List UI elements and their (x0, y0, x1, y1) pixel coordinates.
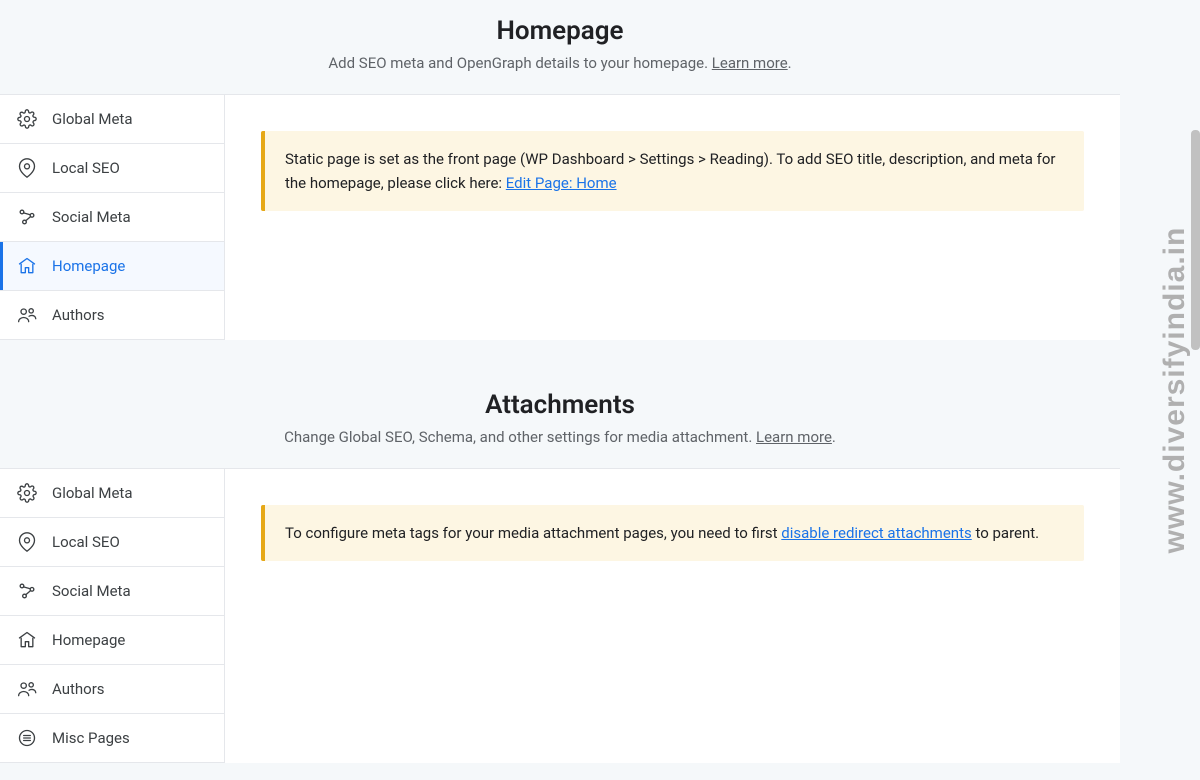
home-icon (16, 629, 38, 651)
notice-box: Static page is set as the front page (WP… (261, 131, 1084, 211)
content-area: To configure meta tags for your media at… (225, 469, 1120, 763)
users-icon (16, 304, 38, 326)
sidebar-item-label: Global Meta (52, 484, 133, 502)
notice-text: To configure meta tags for your media at… (285, 524, 781, 542)
section-body-homepage: Global Meta Local SEO Social Meta Homepage A… (0, 94, 1120, 340)
sidebar-item-label: Homepage (52, 631, 125, 649)
sidebar-item-label: Authors (52, 680, 105, 698)
content-area: Static page is set as the front page (WP… (225, 95, 1120, 340)
gear-icon (16, 108, 38, 130)
edit-page-link[interactable]: Edit Page: Home (506, 174, 617, 192)
sidebar-item-label: Social Meta (52, 582, 131, 600)
share-icon (16, 580, 38, 602)
learn-more-link[interactable]: Learn more (712, 54, 788, 72)
sidebar-homepage: Global Meta Local SEO Social Meta Homepage A… (0, 95, 225, 340)
sidebar-item-label: Local SEO (52, 533, 120, 551)
share-icon (16, 206, 38, 228)
sidebar-item-label: Authors (52, 306, 105, 324)
sidebar-item-local-seo[interactable]: Local SEO (0, 518, 224, 567)
section-header-attachments: Attachments Change Global SEO, Schema, a… (0, 340, 1120, 468)
sidebar-item-authors[interactable]: Authors (0, 665, 224, 714)
notice-text: Static page is set as the front page (WP… (285, 150, 1056, 192)
sidebar-item-label: Local SEO (52, 159, 120, 177)
watermark: www.diversifyindia.in (1158, 227, 1192, 554)
learn-more-link[interactable]: Learn more (756, 428, 832, 446)
sidebar-item-homepage[interactable]: Homepage (0, 242, 224, 291)
sidebar-item-local-seo[interactable]: Local SEO (0, 144, 224, 193)
notice-box: To configure meta tags for your media at… (261, 505, 1084, 561)
sidebar-item-authors[interactable]: Authors (0, 291, 224, 340)
users-icon (16, 678, 38, 700)
sidebar-item-label: Social Meta (52, 208, 131, 226)
sidebar-item-homepage[interactable]: Homepage (0, 616, 224, 665)
gear-icon (16, 482, 38, 504)
section-header-homepage: Homepage Add SEO meta and OpenGraph deta… (0, 0, 1120, 94)
section-title: Attachments (20, 390, 1100, 420)
section-subtitle: Add SEO meta and OpenGraph details to yo… (20, 54, 1100, 72)
sidebar-item-social-meta[interactable]: Social Meta (0, 567, 224, 616)
sidebar-attachments: Global Meta Local SEO Social Meta Homepage A… (0, 469, 225, 763)
sidebar-item-misc-pages[interactable]: Misc Pages (0, 714, 224, 763)
list-icon (16, 727, 38, 749)
pin-icon (16, 531, 38, 553)
disable-redirect-link[interactable]: disable redirect attachments (781, 524, 971, 542)
sidebar-item-label: Global Meta (52, 110, 133, 128)
sidebar-item-label: Misc Pages (52, 729, 130, 747)
section-subtitle: Change Global SEO, Schema, and other set… (20, 428, 1100, 446)
home-icon (16, 255, 38, 277)
section-title: Homepage (20, 16, 1100, 46)
sidebar-item-global-meta[interactable]: Global Meta (0, 469, 224, 518)
scrollbar-thumb[interactable] (1191, 130, 1200, 350)
section-body-attachments: Global Meta Local SEO Social Meta Homepage A… (0, 468, 1120, 763)
sidebar-item-label: Homepage (52, 257, 125, 275)
pin-icon (16, 157, 38, 179)
sidebar-item-social-meta[interactable]: Social Meta (0, 193, 224, 242)
sidebar-item-global-meta[interactable]: Global Meta (0, 95, 224, 144)
